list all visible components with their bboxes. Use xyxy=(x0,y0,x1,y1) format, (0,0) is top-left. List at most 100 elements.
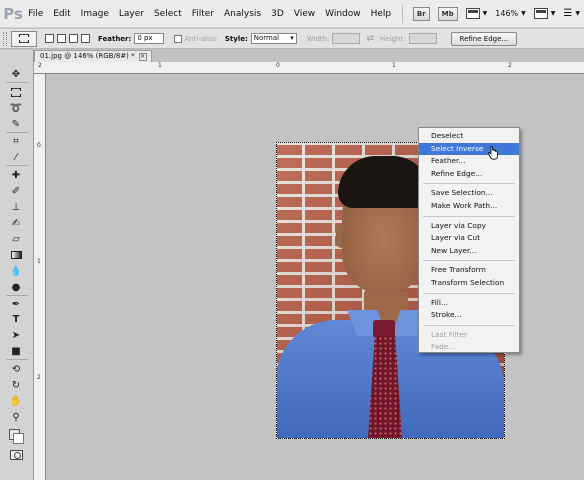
spot-healing-tool-icon[interactable]: ✚ xyxy=(8,168,24,182)
tool-separator xyxy=(6,165,28,166)
menu-view[interactable]: View xyxy=(289,9,320,19)
hand-tool-icon[interactable]: ✋ xyxy=(8,394,24,408)
chevron-down-icon: ▾ xyxy=(290,34,294,42)
ruler-tick-label: 1 xyxy=(37,258,41,265)
rectangular-marquee-tool-icon[interactable] xyxy=(8,85,24,99)
chevron-down-icon: ▼ xyxy=(550,10,556,17)
lasso-tool-icon[interactable]: ➰ xyxy=(8,101,24,115)
ruler-tick-label: 2 xyxy=(38,62,42,69)
style-select[interactable]: Normal ▾ xyxy=(250,33,297,44)
document-tab[interactable]: 01.jpg @ 146% (RGB/8#) * × xyxy=(34,50,152,62)
marquee-icon xyxy=(19,34,29,43)
shape-tool-icon[interactable]: ■ xyxy=(8,344,24,358)
menu-divider xyxy=(423,324,515,326)
history-brush-tool-icon[interactable]: ✍ xyxy=(8,216,24,230)
tool-separator xyxy=(6,82,28,83)
antialias-checkbox[interactable] xyxy=(174,34,183,43)
chevron-down-icon: ▼ xyxy=(575,10,580,17)
subtract-selection-icon[interactable] xyxy=(69,34,78,43)
ruler-tick-label: 0 xyxy=(37,142,41,149)
tool-preset-picker[interactable] xyxy=(11,30,37,47)
zoom-tool-icon[interactable]: ⚲ xyxy=(8,410,24,424)
background-color-swatch[interactable] xyxy=(13,433,24,444)
ctx-save-selection[interactable]: Save Selection... xyxy=(419,187,519,200)
menu-layer[interactable]: Layer xyxy=(114,9,149,19)
feather-label: Feather: xyxy=(98,34,132,43)
menu-file[interactable]: File xyxy=(23,9,48,19)
ctx-stroke[interactable]: Stroke... xyxy=(419,309,519,322)
dodge-tool-icon[interactable]: ● xyxy=(8,280,24,294)
ctx-new-layer[interactable]: New Layer... xyxy=(419,245,519,258)
path-selection-tool-icon[interactable]: ➤ xyxy=(8,328,24,342)
height-label: Height: xyxy=(380,34,406,43)
quick-mask-icon[interactable] xyxy=(10,450,23,460)
ruler-tick-label: 2 xyxy=(508,62,512,69)
ctx-layer-via-cut[interactable]: Layer via Cut xyxy=(419,232,519,245)
ruler-tick-label: 1 xyxy=(158,62,162,69)
3d-rotate-tool-icon[interactable]: ⟲ xyxy=(8,362,24,376)
swap-icon[interactable]: ⇄ xyxy=(366,34,374,44)
feather-field[interactable]: 0 px xyxy=(134,33,165,44)
brush-tool-icon[interactable]: ✐ xyxy=(8,184,24,198)
menu-analysis[interactable]: Analysis xyxy=(219,9,266,19)
arrange-documents-dropdown[interactable]: ▼ xyxy=(533,8,556,19)
close-icon[interactable]: × xyxy=(138,52,147,61)
ctx-refine-edge[interactable]: Refine Edge... xyxy=(419,168,519,181)
ruler-tick-label: 1 xyxy=(392,62,396,69)
zoom-dropdown[interactable]: 146% ▼ xyxy=(495,9,526,18)
minibridge-button[interactable]: Mb xyxy=(437,6,458,21)
horizontal-ruler[interactable]: 2 1 0 1 2 xyxy=(34,62,584,74)
width-field[interactable] xyxy=(332,33,361,44)
tool-separator xyxy=(6,132,28,133)
grip-handle[interactable] xyxy=(3,31,7,46)
context-menu: Deselect Select Inverse Feather... Refin… xyxy=(418,127,520,353)
vertical-ruler[interactable]: 0 1 2 xyxy=(34,74,46,480)
ctx-make-work-path[interactable]: Make Work Path... xyxy=(419,200,519,213)
height-field[interactable] xyxy=(408,33,437,44)
refine-edge-button[interactable]: Refine Edge... xyxy=(450,31,518,46)
eraser-tool-icon[interactable]: ▱ xyxy=(8,232,24,246)
pen-tool-icon[interactable]: ✒ xyxy=(8,297,24,311)
blur-tool-icon[interactable]: 💧 xyxy=(8,264,24,278)
screen-mode-dropdown[interactable]: ▼ xyxy=(465,8,488,19)
clone-stamp-tool-icon[interactable]: ⊥ xyxy=(8,200,24,214)
style-value: Normal xyxy=(253,34,280,42)
menu-filter[interactable]: Filter xyxy=(187,9,219,19)
hand-cursor-icon xyxy=(487,146,498,160)
chevron-down-icon: ▼ xyxy=(482,10,488,17)
new-selection-icon[interactable] xyxy=(45,34,54,43)
menu-help[interactable]: Help xyxy=(366,9,397,19)
toolbox: ✥ ➰ ✎ ⌗ ⁄ ✚ ✐ ⊥ ✍ ▱ 💧 ● ✒ T ➤ ■ ⟲ ↻ ✋ ⚲ xyxy=(0,50,34,480)
screen-layout-dropdown[interactable]: ☰ ▼ xyxy=(563,8,580,19)
menu-divider xyxy=(423,260,515,262)
ctx-transform-selection[interactable]: Transform Selection xyxy=(419,277,519,290)
ctx-feather[interactable]: Feather... xyxy=(419,155,519,168)
options-bar: Feather: 0 px Anti-alias Style: Normal ▾ … xyxy=(0,29,584,49)
quick-selection-tool-icon[interactable]: ✎ xyxy=(8,117,24,131)
menu-divider xyxy=(423,183,515,185)
ctx-layer-via-copy[interactable]: Layer via Copy xyxy=(419,220,519,233)
ctx-fill[interactable]: Fill... xyxy=(419,297,519,310)
menu-edit[interactable]: Edit xyxy=(48,9,75,19)
ctx-free-transform[interactable]: Free Transform xyxy=(419,264,519,277)
bridge-button[interactable]: Br xyxy=(412,6,430,21)
gradient-tool-icon[interactable] xyxy=(8,248,24,262)
menu-image[interactable]: Image xyxy=(76,9,114,19)
tool-separator xyxy=(6,359,28,360)
ctx-deselect[interactable]: Deselect xyxy=(419,130,519,143)
ctx-select-inverse[interactable]: Select Inverse xyxy=(419,142,519,156)
menu-select[interactable]: Select xyxy=(149,9,187,19)
photoshop-logo: Ps xyxy=(3,4,23,23)
menu-3d[interactable]: 3D xyxy=(266,9,289,19)
menu-window[interactable]: Window xyxy=(320,9,366,19)
eyedropper-tool-icon[interactable]: ⁄ xyxy=(8,150,24,164)
intersect-selection-icon[interactable] xyxy=(81,34,90,43)
type-tool-icon[interactable]: T xyxy=(8,312,24,326)
ruler-tick-label: 2 xyxy=(37,374,41,381)
ruler-tick-label: 0 xyxy=(276,62,280,69)
3d-orbit-tool-icon[interactable]: ↻ xyxy=(8,378,24,392)
crop-tool-icon[interactable]: ⌗ xyxy=(8,134,24,148)
menu-divider xyxy=(423,215,515,217)
add-to-selection-icon[interactable] xyxy=(57,34,66,43)
move-tool-icon[interactable]: ✥ xyxy=(8,67,24,81)
